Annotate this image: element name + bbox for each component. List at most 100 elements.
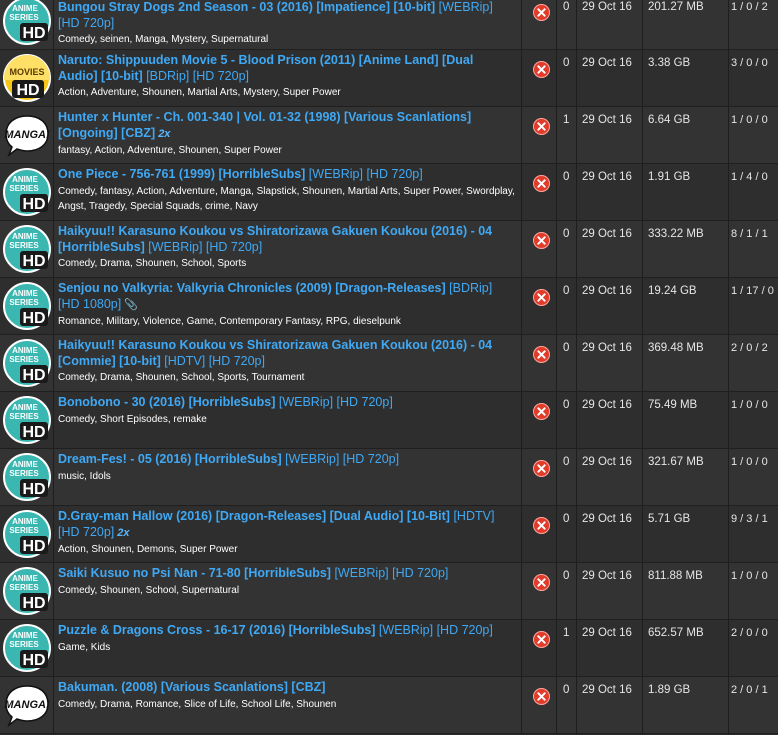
- tag-list[interactable]: music, Idols: [58, 469, 515, 484]
- remove-icon[interactable]: [533, 517, 550, 534]
- remove-icon[interactable]: [533, 232, 550, 249]
- anime-series-hd-category-icon[interactable]: ANIME SERIES HD: [2, 623, 52, 678]
- tag-list[interactable]: Comedy, Drama, Shounen, School, Sports, …: [58, 370, 515, 385]
- date-cell: 29 Oct 16: [577, 164, 643, 220]
- remove-icon[interactable]: [533, 346, 550, 363]
- tag-list[interactable]: Game, Kids: [58, 640, 515, 655]
- torrent-title-link[interactable]: D.Gray-man Hallow (2016) [Dragon-Release…: [58, 509, 515, 541]
- comments-cell: 0: [557, 392, 577, 448]
- torrent-title-link[interactable]: Hunter x Hunter - Ch. 001-340 | Vol. 01-…: [58, 110, 515, 142]
- stats-cell: 1 / 0 / 2: [729, 0, 778, 49]
- seed-leech-complete-stats: 2 / 0 / 2: [731, 342, 768, 354]
- tag-list[interactable]: Comedy, Shounen, School, Supernatural: [58, 583, 515, 598]
- date-cell: 29 Oct 16: [577, 221, 643, 277]
- remove-icon[interactable]: [533, 460, 550, 477]
- torrent-title-link[interactable]: Bonobono - 30 (2016) [HorribleSubs] [WEB…: [58, 395, 515, 411]
- paperclip-icon: 📎: [124, 298, 138, 311]
- torrent-title-link[interactable]: Haikyuu!! Karasuno Koukou vs Shiratoriza…: [58, 338, 515, 369]
- comment-count[interactable]: 0: [563, 342, 569, 354]
- comment-count[interactable]: 1: [563, 627, 569, 639]
- svg-text:SERIES: SERIES: [9, 640, 39, 649]
- comment-count[interactable]: 0: [563, 171, 569, 183]
- tag-list[interactable]: Action, Adventure, Shounen, Martial Arts…: [58, 85, 515, 100]
- remove-icon[interactable]: [533, 574, 550, 591]
- comment-count[interactable]: 0: [563, 456, 569, 468]
- remove-icon[interactable]: [533, 631, 550, 648]
- svg-text:SERIES: SERIES: [9, 526, 39, 535]
- svg-text:ANIME: ANIME: [12, 175, 38, 184]
- anime-series-hd-category-icon[interactable]: ANIME SERIES HD: [2, 0, 52, 51]
- date-cell: 29 Oct 16: [577, 107, 643, 163]
- remove-icon[interactable]: [533, 118, 550, 135]
- comment-count[interactable]: 0: [563, 399, 569, 411]
- anime-series-hd-category-icon[interactable]: ANIME SERIES HD: [2, 452, 52, 507]
- date-cell: 29 Oct 16: [577, 335, 643, 391]
- torrent-title-link[interactable]: Saiki Kusuo no Psi Nan - 71-80 [Horrible…: [58, 566, 515, 582]
- svg-text:HD: HD: [22, 253, 45, 270]
- file-size: 75.49 MB: [648, 399, 698, 411]
- size-cell: 6.64 GB: [643, 107, 729, 163]
- torrent-title-link[interactable]: Bakuman. (2008) [Various Scanlations] [C…: [58, 680, 515, 696]
- stats-cell: 2 / 0 / 1: [729, 677, 778, 733]
- tag-list[interactable]: Comedy, Drama, Romance, Slice of Life, S…: [58, 697, 515, 712]
- tag-list[interactable]: Comedy, Short Episodes, remake: [58, 412, 515, 427]
- tag-list[interactable]: Action, Shounen, Demons, Super Power: [58, 542, 515, 557]
- manga-category-icon[interactable]: MANGA!: [2, 680, 52, 735]
- tag-list[interactable]: Comedy, fantasy, Action, Adventure, Mang…: [58, 184, 515, 214]
- stats-cell: 1 / 0 / 0: [729, 449, 778, 505]
- anime-series-hd-category-icon[interactable]: ANIME SERIES HD: [2, 395, 52, 450]
- remove-icon[interactable]: [533, 175, 550, 192]
- comment-count[interactable]: 0: [563, 228, 569, 240]
- date-cell: 29 Oct 16: [577, 449, 643, 505]
- category-cell: ANIME SERIES HD: [0, 0, 54, 49]
- anime-series-hd-category-icon[interactable]: ANIME SERIES HD: [2, 224, 52, 279]
- remove-icon[interactable]: [533, 61, 550, 78]
- comment-count[interactable]: 0: [563, 1, 569, 13]
- comment-count[interactable]: 0: [563, 57, 569, 69]
- remove-icon[interactable]: [533, 403, 550, 420]
- remove-icon[interactable]: [533, 688, 550, 705]
- torrent-info-cell: Naruto: Shippuuden Movie 5 - Blood Priso…: [54, 50, 522, 106]
- comment-count[interactable]: 0: [563, 570, 569, 582]
- comment-count[interactable]: 0: [563, 285, 569, 297]
- tag-list[interactable]: Romance, Military, Violence, Game, Conte…: [58, 314, 515, 329]
- category-cell: ANIME SERIES HD: [0, 563, 54, 619]
- comment-count[interactable]: 0: [563, 684, 569, 696]
- movies-hd-category-icon[interactable]: MOVIES HD: [2, 53, 52, 108]
- seed-leech-complete-stats: 9 / 3 / 1: [731, 513, 768, 525]
- upload-date: 29 Oct 16: [582, 684, 632, 696]
- anime-series-hd-category-icon[interactable]: ANIME SERIES HD: [2, 167, 52, 222]
- torrent-info-cell: One Piece - 756-761 (1999) [HorribleSubs…: [54, 164, 522, 220]
- upload-date: 29 Oct 16: [582, 627, 632, 639]
- table-row: ANIME SERIES HD One Piece - 756-761 (1999) …: [0, 164, 778, 221]
- torrent-title-link[interactable]: Dream-Fes! - 05 (2016) [HorribleSubs] [W…: [58, 452, 515, 468]
- tag-list[interactable]: Comedy, seinen, Manga, Mystery, Supernat…: [58, 32, 515, 47]
- torrent-title-link[interactable]: Senjou no Valkyria: Valkyria Chronicles …: [58, 281, 515, 313]
- comment-count[interactable]: 0: [563, 513, 569, 525]
- torrent-title-link[interactable]: Haikyuu!! Karasuno Koukou vs Shiratoriza…: [58, 224, 515, 255]
- remove-icon[interactable]: [533, 4, 550, 21]
- tag-list[interactable]: Comedy, Drama, Shounen, School, Sports: [58, 256, 515, 271]
- comments-cell: 0: [557, 677, 577, 733]
- torrent-title-link[interactable]: Bungou Stray Dogs 2nd Season - 03 (2016)…: [58, 0, 515, 31]
- svg-text:ANIME: ANIME: [12, 460, 38, 469]
- comment-count[interactable]: 1: [563, 114, 569, 126]
- svg-text:ANIME: ANIME: [12, 4, 38, 13]
- torrent-title-link[interactable]: One Piece - 756-761 (1999) [HorribleSubs…: [58, 167, 515, 183]
- torrent-title-link[interactable]: Puzzle & Dragons Cross - 16-17 (2016) [H…: [58, 623, 515, 639]
- remove-icon[interactable]: [533, 289, 550, 306]
- anime-series-hd-category-icon[interactable]: ANIME SERIES HD: [2, 338, 52, 393]
- anime-series-hd-category-icon[interactable]: ANIME SERIES HD: [2, 566, 52, 621]
- torrent-title-link[interactable]: Naruto: Shippuuden Movie 5 - Blood Priso…: [58, 53, 515, 84]
- anime-series-hd-category-icon[interactable]: ANIME SERIES HD: [2, 281, 52, 336]
- manga-category-icon[interactable]: MANGA!: [2, 110, 52, 165]
- size-cell: 369.48 MB: [643, 335, 729, 391]
- title-main: Saiki Kusuo no Psi Nan - 71-80 [Horrible…: [58, 566, 331, 580]
- action-cell: [522, 0, 557, 49]
- tag-list[interactable]: fantasy, Action, Adventure, Shounen, Sup…: [58, 143, 515, 158]
- date-cell: 29 Oct 16: [577, 392, 643, 448]
- upload-date: 29 Oct 16: [582, 456, 632, 468]
- upload-date: 29 Oct 16: [582, 228, 632, 240]
- size-cell: 201.27 MB: [643, 0, 729, 49]
- anime-series-hd-category-icon[interactable]: ANIME SERIES HD: [2, 509, 52, 564]
